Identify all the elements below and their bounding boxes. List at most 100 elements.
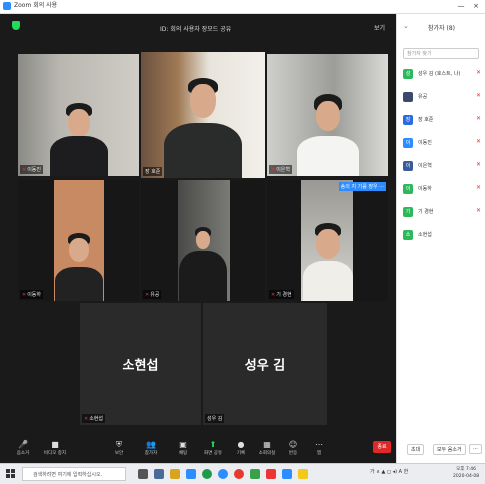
participant-row[interactable]: 이 이동하 ✕ bbox=[403, 183, 483, 195]
participant-display-name: 소현섭 bbox=[122, 358, 159, 374]
muted-mic-icon: ✕ bbox=[475, 184, 481, 191]
zoom-taskbar-icon[interactable] bbox=[282, 469, 292, 479]
avatar: 이 bbox=[403, 184, 413, 194]
invite-button[interactable]: 초대 bbox=[407, 444, 425, 455]
muted-mic-icon: ✕ bbox=[22, 292, 27, 298]
window-titlebar: Zoom 회의 사용 — × bbox=[0, 0, 485, 14]
participant-nametag: 성우 김 bbox=[205, 414, 225, 423]
edge-icon[interactable] bbox=[218, 469, 228, 479]
task-view-icon[interactable] bbox=[138, 469, 148, 479]
taskbar-app-icon[interactable] bbox=[154, 469, 164, 479]
people-icon: 👥 bbox=[146, 440, 156, 449]
system-tray[interactable]: 가 ∧ ▲ ◻ ◂) A 한 bbox=[370, 468, 408, 475]
avatar: 소 bbox=[403, 230, 413, 240]
muted-mic-icon: ✕ bbox=[145, 292, 150, 298]
close-button[interactable]: × bbox=[470, 0, 482, 12]
muted-mic-icon: ✕ bbox=[271, 292, 276, 298]
muted-mic-icon: ✕ bbox=[475, 138, 481, 145]
participant-video bbox=[163, 68, 243, 178]
avatar: 이 bbox=[403, 138, 413, 148]
end-meeting-button[interactable]: 종료 bbox=[373, 441, 391, 453]
participant-nametag: ✕유공 bbox=[143, 290, 162, 299]
participant-nametag: ✕기 경현 bbox=[269, 290, 294, 299]
muted-mic-icon: ✕ bbox=[475, 69, 481, 76]
video-tile-no-video[interactable]: 소현섭 ✕소현섭 bbox=[80, 303, 201, 425]
view-button[interactable]: 보기 bbox=[374, 23, 385, 32]
zoom-app-icon bbox=[3, 2, 11, 10]
participants-button[interactable]: 👥 참가자 bbox=[136, 436, 166, 463]
taskbar-app-icon[interactable] bbox=[298, 469, 308, 479]
share-screen-button[interactable]: ⬆ 화면 공유 bbox=[198, 436, 228, 463]
window-title: Zoom 회의 사용 bbox=[14, 2, 58, 9]
video-tile[interactable]: 송의 지 기를 장우 ··· ✕기 경현 bbox=[267, 180, 388, 301]
taskbar-search-input[interactable]: 검색하려면 여기에 입력하십시오. bbox=[22, 467, 126, 481]
minimize-button[interactable]: — bbox=[455, 0, 467, 12]
muted-mic-icon: ✕ bbox=[475, 115, 481, 122]
participant-row[interactable]: 장장 호준 ✕ bbox=[403, 114, 483, 126]
taskbar-app-icon[interactable] bbox=[250, 469, 260, 479]
participant-row[interactable]: 기기 경현 ✕ bbox=[403, 206, 483, 218]
participant-row[interactable]: 유공 ✕ bbox=[403, 91, 483, 103]
taskbar-clock[interactable]: 오후 7:46 2020-04-08 bbox=[453, 466, 479, 480]
participant-row[interactable]: 이 이동진 ✕ bbox=[403, 137, 483, 149]
participant-nametag: 장 호준 bbox=[143, 167, 163, 176]
taskbar-app-icon[interactable] bbox=[266, 469, 276, 479]
speaker-options-badge[interactable]: 송의 지 기를 장우 ··· bbox=[338, 182, 386, 191]
participant-search-input[interactable]: 참가자 찾기 bbox=[403, 48, 479, 59]
mute-all-button[interactable]: 모두 음소거 bbox=[433, 444, 466, 455]
video-tile-active-speaker[interactable]: 장 호준 bbox=[141, 52, 265, 178]
shield-icon: ⛨ bbox=[116, 440, 122, 449]
participants-panel-title: 참가자 (8) bbox=[428, 25, 455, 32]
microphone-icon: 🎤 bbox=[18, 440, 28, 449]
encryption-shield-icon[interactable] bbox=[12, 21, 20, 30]
more-options-button[interactable]: ··· bbox=[469, 444, 482, 454]
participant-row[interactable]: 소 소현섭 bbox=[403, 229, 483, 241]
participant-nametag: ✕이은혁 bbox=[269, 165, 293, 174]
chat-button[interactable]: ▣ 채팅 bbox=[168, 436, 198, 463]
stop-video-button[interactable]: ■ 비디오 중지 bbox=[40, 436, 70, 463]
security-button[interactable]: ⛨ 보안 bbox=[104, 436, 134, 463]
muted-mic-icon: ✕ bbox=[22, 167, 27, 173]
muted-mic-icon: ✕ bbox=[475, 92, 481, 99]
video-tile[interactable]: ✕이동진 bbox=[18, 54, 139, 176]
avatar bbox=[403, 92, 413, 102]
participant-row[interactable]: 이 이은혁 ✕ bbox=[403, 160, 483, 172]
muted-mic-icon: ✕ bbox=[271, 167, 276, 173]
participant-video bbox=[296, 76, 360, 176]
avatar: 성 bbox=[403, 69, 413, 79]
avatar: 이 bbox=[403, 161, 413, 171]
taskbar-app-icon[interactable] bbox=[186, 469, 196, 479]
meeting-toolbar: 🎤 음소거 ■ 비디오 중지 ⛨ 보안 👥 참가자 ▣ 채팅 ⬆ 화면 공유 ● 기록 ▦ 소회… bbox=[0, 436, 396, 463]
video-tile[interactable]: ✕이은혁 bbox=[267, 54, 388, 176]
muted-mic-icon: ✕ bbox=[475, 207, 481, 214]
more-icon: ⋯ bbox=[315, 440, 323, 449]
windows-taskbar: 검색하려면 여기에 입력하십시오. 가 ∧ ▲ ◻ ◂) A 한 오후 7:46… bbox=[0, 463, 485, 484]
video-tile[interactable]: ✕유공 bbox=[141, 180, 265, 301]
participant-nametag: ✕이동하 bbox=[20, 290, 44, 299]
meeting-topbar: ID: 회의 사용자 장모드 공유 보기 bbox=[0, 14, 396, 34]
taskbar-app-icon[interactable] bbox=[234, 469, 244, 479]
meeting-info[interactable]: ID: 회의 사용자 장모드 공유 bbox=[160, 24, 231, 33]
camera-icon: ■ bbox=[51, 440, 59, 449]
participant-video bbox=[302, 209, 354, 301]
share-screen-icon: ⬆ bbox=[209, 440, 217, 449]
participant-display-name: 성우 김 bbox=[244, 358, 286, 374]
file-explorer-icon[interactable] bbox=[170, 469, 180, 479]
participant-video bbox=[178, 221, 228, 301]
apps-button[interactable]: ⋯ 앱 bbox=[304, 436, 334, 463]
video-tile[interactable]: ✕이동하 bbox=[18, 180, 139, 301]
participant-video bbox=[49, 81, 109, 176]
windows-start-icon[interactable] bbox=[6, 469, 16, 479]
muted-mic-icon: ✕ bbox=[475, 161, 481, 168]
chat-icon: ▣ bbox=[179, 440, 187, 449]
participant-nametag: ✕소현섭 bbox=[82, 414, 106, 423]
muted-mic-icon: ✕ bbox=[84, 416, 89, 422]
avatar: 기 bbox=[403, 207, 413, 217]
video-tile-no-video[interactable]: 성우 김 성우 김 bbox=[203, 303, 327, 425]
chrome-icon[interactable] bbox=[202, 469, 212, 479]
participants-panel: ⌄ 참가자 (8) 참가자 찾기 성 성우 김 (호스트, 나) ✕ 유공 ✕ 장장 … bbox=[396, 14, 485, 463]
participant-row[interactable]: 성 성우 김 (호스트, 나) ✕ bbox=[403, 68, 483, 80]
mute-button[interactable]: 🎤 음소거 bbox=[8, 436, 38, 463]
avatar: 장 bbox=[403, 115, 413, 125]
participant-nametag: ✕이동진 bbox=[20, 165, 44, 174]
